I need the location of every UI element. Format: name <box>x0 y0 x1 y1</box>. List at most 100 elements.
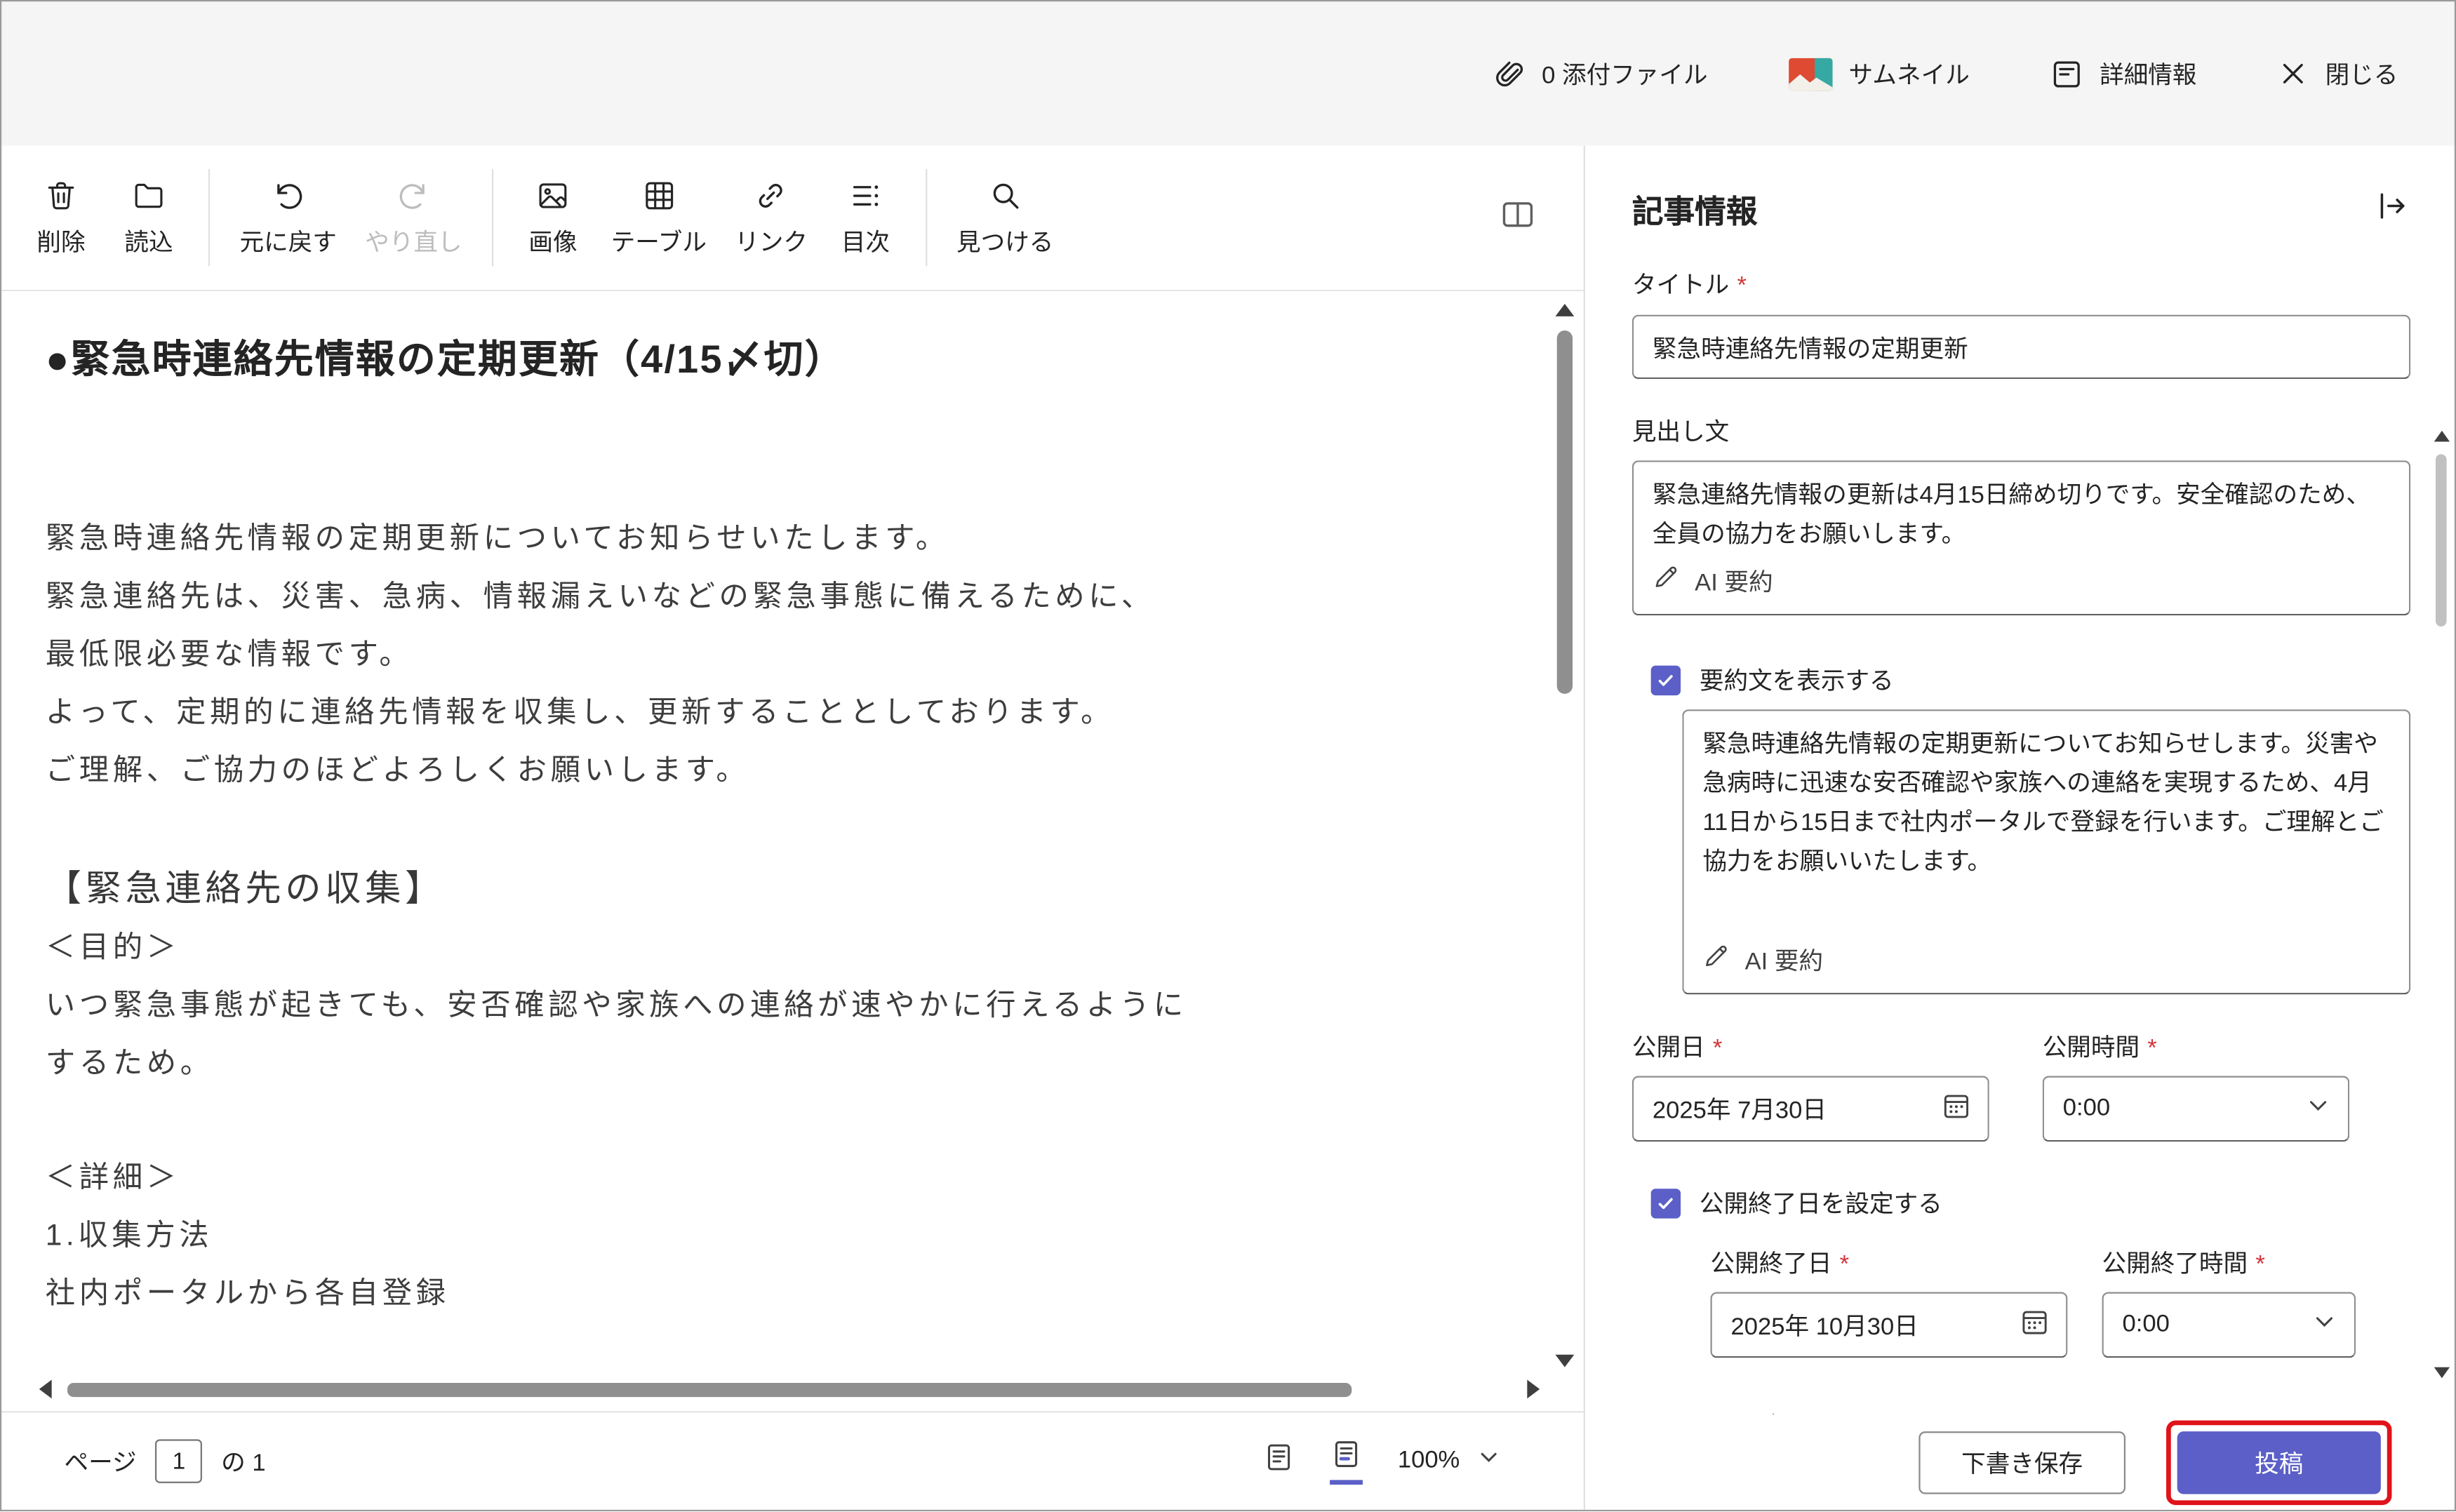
end-date-checkbox[interactable] <box>1651 1188 1681 1217</box>
undo-button[interactable]: 元に戻す <box>225 178 351 257</box>
folder-open-icon <box>131 178 166 212</box>
show-summary-row[interactable]: 要約文を表示する <box>1632 662 2410 697</box>
panel-header: 記事情報 <box>1632 187 2410 232</box>
end-time-dropdown[interactable]: 0:00 <box>2102 1292 2356 1358</box>
required-asterisk: * <box>2255 1251 2264 1278</box>
page-number-input[interactable] <box>155 1440 202 1483</box>
toc-icon <box>848 178 883 212</box>
delete-button[interactable]: 削除 <box>18 178 105 257</box>
post-button[interactable]: 投稿 <box>2177 1431 2381 1494</box>
save-draft-button[interactable]: 下書き保存 <box>1918 1431 2125 1494</box>
ai-summary-label: AI 要約 <box>1745 942 1824 982</box>
reading-view-button[interactable] <box>1330 1438 1363 1485</box>
panel-title: 記事情報 <box>1632 187 1758 232</box>
end-date-label: 公開終了日* <box>1710 1245 2067 1280</box>
document-view-icon <box>1263 1441 1296 1482</box>
scroll-down-arrow-icon[interactable] <box>1556 1356 1575 1368</box>
statusbar-right: 100% <box>1263 1438 1502 1485</box>
editor-toolbar: 削除 読込 元に戻す <box>1 146 1583 292</box>
publish-date-label: 公開日* <box>1632 1029 1989 1064</box>
scroll-left-arrow-icon[interactable] <box>39 1380 52 1399</box>
document-line: するため。 <box>46 1035 1521 1093</box>
split-view-button[interactable] <box>1499 195 1537 241</box>
required-asterisk: * <box>1737 272 1746 299</box>
editor-horizontal-scrollbar[interactable] <box>39 1377 1540 1403</box>
publish-time-dropdown[interactable]: 0:00 <box>2043 1076 2349 1142</box>
details-button[interactable]: 詳細情報 <box>2051 56 2197 91</box>
redo-icon <box>396 178 431 212</box>
single-page-view-button[interactable] <box>1263 1441 1296 1482</box>
ai-pen-icon <box>1653 562 1681 603</box>
calendar-icon <box>2019 1305 2050 1344</box>
scroll-down-arrow-icon[interactable] <box>2434 1368 2449 1379</box>
main-area: 削除 読込 元に戻す <box>1 146 2455 1511</box>
find-button[interactable]: 見つける <box>942 178 1068 257</box>
load-label: 読込 <box>124 223 173 257</box>
zoom-value: 100% <box>1398 1447 1460 1476</box>
insert-link-button[interactable]: リンク <box>721 178 822 257</box>
required-asterisk: * <box>2147 1035 2156 1062</box>
headline-field-label: 見出し文 <box>1632 413 2410 448</box>
ai-pen-icon <box>1702 942 1730 982</box>
document-canvas[interactable]: ●緊急時連絡先情報の定期更新（4/15〆切） 緊急時連絡先情報の定期更新について… <box>1 291 1583 1412</box>
zoom-dropdown[interactable]: 100% <box>1398 1445 1502 1479</box>
sidebar-scrollbar-thumb[interactable] <box>2436 454 2447 627</box>
toc-button[interactable]: 目次 <box>822 178 909 257</box>
end-time-value: 0:00 <box>2123 1311 2170 1339</box>
attachments-button[interactable]: 0 添付ファイル <box>1493 56 1708 91</box>
scroll-right-arrow-icon[interactable] <box>1527 1380 1540 1399</box>
title-input[interactable] <box>1632 315 2410 380</box>
end-date-picker[interactable]: 2025年 10月30日 <box>1710 1292 2067 1358</box>
redo-button[interactable]: やり直し <box>351 178 476 257</box>
close-icon <box>2278 58 2310 90</box>
publish-date-row: 公開日* 2025年 7月30日 公開時間* 0:00 <box>1632 1029 2410 1142</box>
document-line: 1.収集方法 <box>46 1207 1521 1266</box>
statusbar: ページ の 1 100% <box>1 1412 1583 1511</box>
undo-icon <box>271 178 305 212</box>
document-body: 緊急時連絡先情報の定期更新についてお知らせいたします。 緊急連絡先は、災害、急病… <box>46 511 1521 1323</box>
collapse-panel-icon[interactable] <box>2375 187 2410 231</box>
search-icon <box>988 178 1022 212</box>
load-button[interactable]: 読込 <box>105 178 193 257</box>
sidebar-scrollbar[interactable] <box>2431 431 2451 1379</box>
paperclip-icon <box>1493 57 1526 90</box>
chevron-down-icon <box>2304 1091 2332 1127</box>
document-line: ご理解、ご協力のほどよろしくお願いします。 <box>46 742 1521 801</box>
document-line: ＜目的＞ <box>46 919 1521 977</box>
end-time-label: 公開終了時間* <box>2102 1245 2356 1280</box>
document-line: 緊急連絡先は、災害、急病、情報漏えいなどの緊急事態に備えるために、 <box>46 568 1521 627</box>
calendar-icon <box>1941 1089 1973 1128</box>
end-date-row: 公開終了日* 2025年 10月30日 公開終了時間* 0:00 <box>1710 1245 2410 1358</box>
article-editor-window: 0 添付ファイル サムネイル 詳細情報 閉じる <box>0 0 2456 1512</box>
close-button[interactable]: 閉じる <box>2278 56 2398 91</box>
toolbar-separator <box>492 169 493 266</box>
publish-date-picker[interactable]: 2025年 7月30日 <box>1632 1076 1989 1142</box>
summary-textarea[interactable]: 緊急時連絡先情報の定期更新についてお知らせします。災害や急病時に迅速な安否確認や… <box>1682 709 2410 994</box>
link-icon <box>754 178 788 212</box>
insert-image-label: 画像 <box>528 223 577 257</box>
thumbnail-button[interactable]: サムネイル <box>1789 56 1970 91</box>
editor-vertical-scrollbar[interactable] <box>1552 304 1577 1367</box>
end-date-toggle-row[interactable]: 公開終了日を設定する <box>1632 1186 2410 1220</box>
scroll-up-arrow-icon[interactable] <box>1556 304 1575 316</box>
headline-textarea[interactable]: 緊急連絡先情報の更新は4月15日締め切りです。安全確認のため、全員の協力をお願い… <box>1632 460 2410 615</box>
document-line: 緊急時連絡先情報の定期更新についてお知らせいたします。 <box>46 511 1521 569</box>
details-panel-icon <box>2051 57 2084 90</box>
ai-summary-button[interactable]: AI 要約 <box>1653 562 1773 603</box>
redo-label: やり直し <box>365 223 462 257</box>
ai-summary-button[interactable]: AI 要約 <box>1702 942 1823 982</box>
show-summary-checkbox[interactable] <box>1651 665 1681 695</box>
required-asterisk: * <box>1840 1251 1849 1278</box>
chevron-down-icon <box>2310 1307 2338 1343</box>
editor-column: 削除 読込 元に戻す <box>1 146 1583 1511</box>
details-label: 詳細情報 <box>2100 56 2196 91</box>
toolbar-separator <box>208 169 210 266</box>
table-icon <box>641 178 676 212</box>
toolbar-separator <box>925 169 926 266</box>
publish-time-value: 0:00 <box>2063 1095 2110 1123</box>
scroll-up-arrow-icon[interactable] <box>2434 431 2449 442</box>
insert-table-button[interactable]: テーブル <box>597 178 721 257</box>
vertical-scrollbar-thumb[interactable] <box>1557 330 1573 694</box>
insert-image-button[interactable]: 画像 <box>509 178 597 257</box>
horizontal-scrollbar-thumb[interactable] <box>67 1383 1352 1397</box>
